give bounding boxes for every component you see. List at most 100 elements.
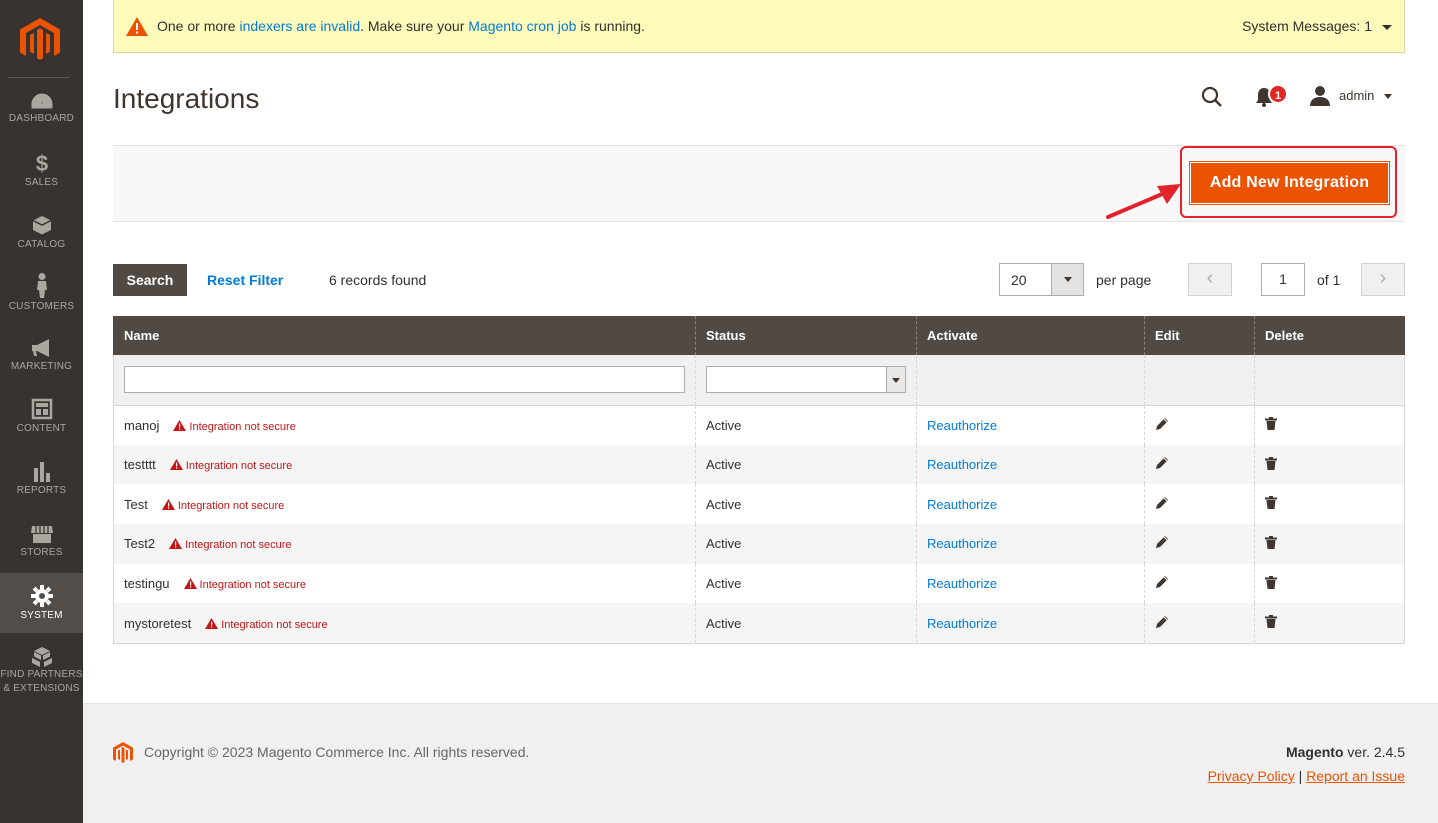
- reauthorize-link[interactable]: Reauthorize: [927, 457, 997, 472]
- trash-icon[interactable]: [1265, 456, 1277, 473]
- filter-cell-empty: [1254, 355, 1405, 406]
- warning-text: Integration not secure: [199, 579, 306, 592]
- privacy-policy-link[interactable]: Privacy Policy: [1208, 768, 1295, 784]
- page-footer: Copyright © 2023 Magento Commerce Inc. A…: [83, 703, 1438, 823]
- warning-icon: [161, 498, 178, 512]
- reauthorize-link[interactable]: Reauthorize: [927, 418, 997, 433]
- notice-text-pre: One or more: [157, 18, 240, 34]
- sidebar-item-sales[interactable]: $ SALES: [0, 152, 83, 214]
- cell-activate: Reauthorize: [916, 484, 1145, 525]
- next-page-button[interactable]: ›: [1361, 263, 1405, 296]
- search-icon[interactable]: [1201, 86, 1223, 108]
- cube-icon: [32, 216, 51, 235]
- reauthorize-link[interactable]: Reauthorize: [927, 536, 997, 551]
- cell-edit: [1144, 603, 1255, 644]
- column-header-status[interactable]: Status: [695, 316, 917, 355]
- sidebar-item-dashboard[interactable]: DASHBOARD: [0, 92, 83, 154]
- sidebar-item-label: DASHBOARD: [8, 113, 75, 124]
- sidebar-item-label: MARKETING: [10, 361, 73, 372]
- sidebar-item-customers[interactable]: CUSTOMERS: [0, 272, 83, 334]
- report-issue-link[interactable]: Report an Issue: [1306, 768, 1405, 784]
- cell-status: Active: [695, 444, 917, 485]
- integration-name: testingu: [124, 576, 170, 592]
- cell-name: testingu Integration not secure: [113, 563, 696, 604]
- sidebar-item-label: SYSTEM: [20, 610, 63, 621]
- pencil-icon[interactable]: [1155, 536, 1169, 552]
- cell-status: Active: [695, 563, 917, 604]
- brand-name: Magento: [1285, 744, 1344, 760]
- insecure-warning: Integration not secure: [205, 617, 328, 631]
- reset-filter-link[interactable]: Reset Filter: [207, 272, 283, 288]
- sidebar-item-find-partners[interactable]: FIND PARTNERS & EXTENSIONS: [0, 646, 83, 702]
- trash-icon[interactable]: [1265, 417, 1277, 433]
- insecure-warning: Integration not secure: [161, 498, 285, 512]
- trash-icon[interactable]: [1265, 535, 1277, 552]
- pencil-icon[interactable]: [1155, 576, 1169, 592]
- logo-divider: [8, 77, 70, 78]
- version-info: Magento ver. 2.4.5: [1286, 744, 1405, 760]
- column-header-name[interactable]: Name: [113, 316, 696, 355]
- per-page-select[interactable]: 20: [999, 263, 1084, 296]
- pencil-icon[interactable]: [1155, 615, 1169, 632]
- sidebar-item-label: SALES: [24, 177, 59, 188]
- search-button[interactable]: Search: [113, 264, 187, 296]
- warning-icon: [169, 459, 186, 472]
- magento-logo-icon[interactable]: [20, 18, 60, 64]
- pencil-icon[interactable]: [1155, 417, 1169, 434]
- cell-activate: Reauthorize: [916, 405, 1145, 445]
- current-page-input[interactable]: 1: [1261, 263, 1305, 296]
- chevron-down-icon[interactable]: [1051, 264, 1083, 295]
- table-row[interactable]: mystoretest Integration not secure Active R…: [113, 603, 1405, 644]
- cron-job-link[interactable]: Magento cron job: [468, 18, 576, 34]
- sidebar-item-marketing[interactable]: MARKETING: [0, 338, 83, 400]
- status-filter-select[interactable]: [706, 366, 906, 394]
- pencil-icon[interactable]: [1155, 496, 1169, 513]
- version-number: ver. 2.4.5: [1343, 744, 1405, 760]
- table-row[interactable]: Test Integration not secure Active Reauthor…: [113, 484, 1405, 525]
- notice-message: One or more indexers are invalid. Make s…: [157, 18, 645, 34]
- trash-icon[interactable]: [1265, 575, 1277, 592]
- filter-row: [113, 355, 1405, 406]
- notification-count-badge[interactable]: 1: [1268, 84, 1288, 104]
- sidebar-item-catalog[interactable]: CATALOG: [0, 214, 83, 276]
- sidebar-item-content[interactable]: CONTENT: [0, 398, 83, 460]
- integrations-grid: Name Status Activate Edit Delete manoj In…: [113, 316, 1405, 644]
- sidebar-item-system[interactable]: SYSTEM: [0, 573, 83, 633]
- table-row[interactable]: testingu Integration not secure Active Reau…: [113, 563, 1405, 604]
- reauthorize-link[interactable]: Reauthorize: [927, 497, 997, 512]
- reauthorize-link[interactable]: Reauthorize: [927, 576, 997, 591]
- sidebar-item-reports[interactable]: REPORTS: [0, 460, 83, 522]
- sidebar-item-label: REPORTS: [16, 485, 67, 496]
- cell-activate: Reauthorize: [916, 444, 1145, 485]
- system-messages-toggle[interactable]: System Messages: 1: [1242, 18, 1392, 34]
- table-row[interactable]: Test2 Integration not secure Active Reautho…: [113, 524, 1405, 564]
- insecure-warning: Integration not secure: [169, 538, 291, 551]
- cell-name: manoj Integration not secure: [113, 405, 696, 445]
- pencil-icon[interactable]: [1155, 457, 1169, 473]
- chevron-down-icon: [1384, 94, 1392, 99]
- cell-delete: [1254, 563, 1405, 604]
- add-new-integration-button[interactable]: Add New Integration: [1189, 161, 1390, 205]
- trash-icon[interactable]: [1265, 615, 1277, 631]
- table-row[interactable]: manoj Integration not secure Active Reautho…: [113, 405, 1405, 445]
- sidebar-item-label: CATALOG: [17, 239, 66, 250]
- chevron-down-icon: [1382, 24, 1392, 30]
- insecure-warning: Integration not secure: [183, 578, 306, 592]
- cell-delete: [1254, 405, 1405, 445]
- admin-user-menu[interactable]: admin: [1339, 88, 1374, 103]
- warning-text: Integration not secure: [177, 499, 285, 512]
- previous-page-button[interactable]: ‹: [1188, 263, 1232, 296]
- reauthorize-link[interactable]: Reauthorize: [927, 616, 997, 631]
- store-icon: [30, 526, 53, 543]
- name-filter-input[interactable]: [124, 366, 685, 394]
- trash-icon[interactable]: [1265, 496, 1277, 512]
- records-found-count: 6 records found: [329, 272, 427, 288]
- filter-cell-status: [695, 355, 917, 406]
- user-icon[interactable]: [1310, 85, 1330, 106]
- page-title: Integrations: [113, 83, 260, 114]
- table-row[interactable]: testttt Integration not secure Active Reaut…: [113, 444, 1405, 485]
- warning-text: Integration not secure: [185, 460, 293, 473]
- sidebar-item-label: CUSTOMERS: [8, 301, 75, 312]
- indexers-invalid-link[interactable]: indexers are invalid: [239, 18, 360, 34]
- warning-icon: [126, 17, 148, 36]
